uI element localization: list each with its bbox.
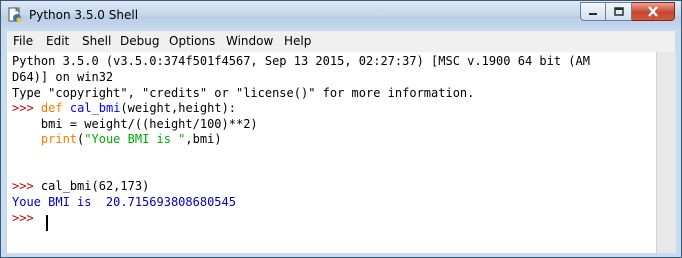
menu-file[interactable]: File <box>13 34 33 48</box>
menu-edit[interactable]: Edit <box>46 34 69 48</box>
minimize-icon <box>589 12 597 15</box>
window-controls <box>580 2 675 22</box>
banner-line-1: Python 3.5.0 (v3.5.0:374f501f4567, Sep 1… <box>12 54 590 68</box>
banner-line-2: D64)] on win32 <box>12 70 114 84</box>
python-idle-icon <box>8 7 22 23</box>
call-expression: cal_bmi(62,173) <box>40 179 150 193</box>
shell-prompt: >>> <box>12 211 34 225</box>
def-keyword: def <box>40 101 63 115</box>
text-cursor <box>46 215 48 231</box>
menu-window[interactable]: Window <box>226 34 273 48</box>
print-builtin: print <box>40 132 78 146</box>
close-button[interactable] <box>632 2 675 21</box>
menu-debug[interactable]: Debug <box>120 34 159 48</box>
def-params: (weight,height): <box>120 101 237 115</box>
menu-shell[interactable]: Shell <box>82 34 111 48</box>
shell-prompt: >>> <box>12 179 34 193</box>
shell-text-area[interactable]: Python 3.5.0 (v3.5.0:374f501f4567, Sep 1… <box>7 52 656 253</box>
print-args: ,bmi) <box>185 132 222 146</box>
menu-bar: File Edit Shell Debug Options Window Hel… <box>7 31 675 53</box>
input-line[interactable]: >>> <box>12 211 34 226</box>
close-icon <box>648 6 658 17</box>
minimize-button[interactable] <box>580 2 606 21</box>
string-literal: "Youe BMI is " <box>84 132 186 146</box>
menu-help[interactable]: Help <box>284 34 311 48</box>
window-frame-bottom <box>1 253 681 257</box>
vertical-scrollbar[interactable] <box>656 52 676 253</box>
shell-prompt: >>> <box>12 101 34 115</box>
call-line: >>> cal_bmi(62,173) <box>12 179 149 194</box>
menu-options[interactable]: Options <box>169 34 215 48</box>
banner-line-3: Type "copyright", "credits" or "license(… <box>12 86 475 100</box>
python-shell-window: Python 3.5.0 Shell File Edit Shell Debug… <box>0 0 682 258</box>
maximize-icon <box>613 7 624 16</box>
code-line-body-2: print("Youe BMI is ",bmi) <box>12 132 222 147</box>
code-line-body-1: bmi = weight/((height/100)**2) <box>12 117 258 131</box>
output-line: Youe BMI is 20.715693808680545 <box>12 195 236 209</box>
def-line: >>> def cal_bmi(weight,height): <box>12 101 236 116</box>
title-bar[interactable]: Python 3.5.0 Shell <box>1 1 681 31</box>
window-title: Python 3.5.0 Shell <box>29 8 139 22</box>
function-name: cal_bmi <box>69 101 121 115</box>
maximize-button[interactable] <box>606 2 632 21</box>
